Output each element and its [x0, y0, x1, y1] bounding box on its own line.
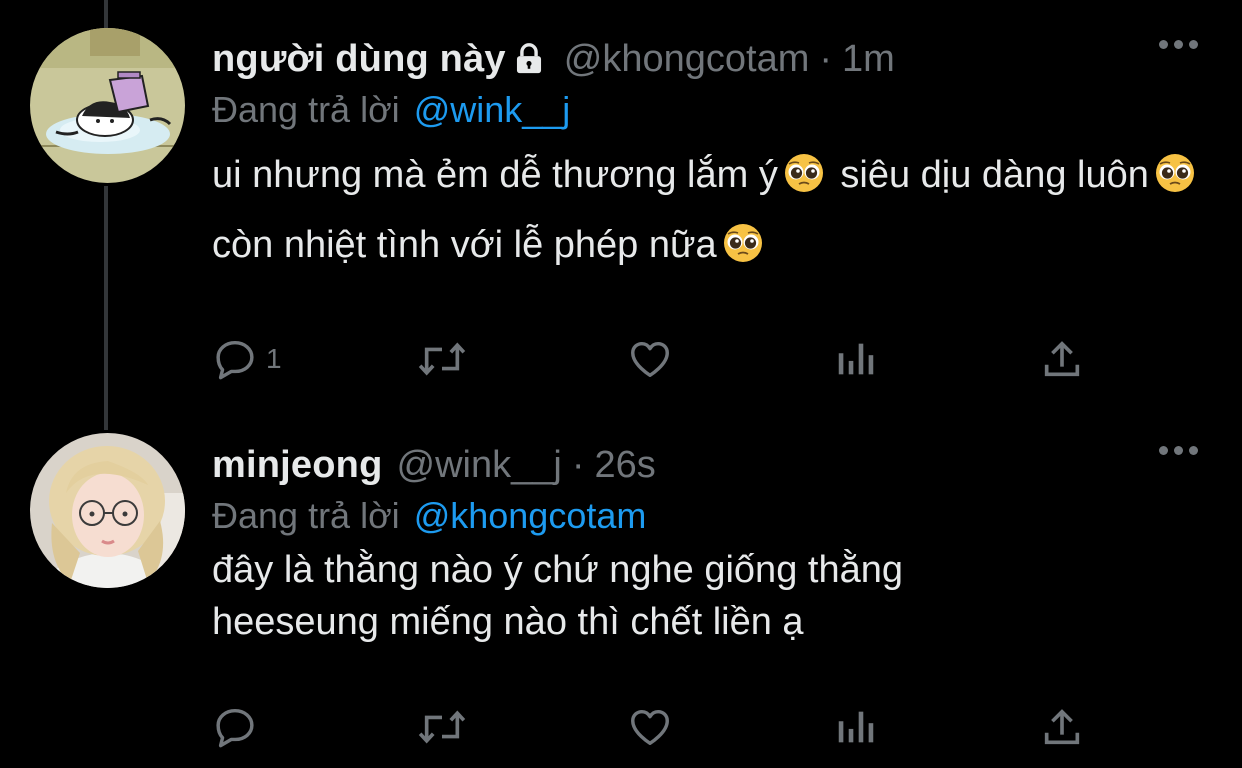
avatar[interactable]: [30, 28, 185, 183]
avatar[interactable]: [30, 433, 185, 588]
reply-button[interactable]: 1: [212, 334, 282, 384]
tweet-header: minjeong @wink__j · 26s: [212, 440, 1202, 490]
lock-icon: [512, 42, 546, 76]
timeline: người dùng này @khongcotam · 1m Đang trả…: [0, 0, 1242, 768]
handle[interactable]: @wink__j: [397, 444, 562, 487]
mention-link[interactable]: @khongcotam: [414, 495, 647, 536]
tweet-text: ui nhưng mà ẻm dễ thương lắm ý siêu dịu …: [212, 140, 1202, 280]
tweet-text: đây là thằng nào ý chứ nghe giống thằng …: [212, 544, 1202, 648]
pleading-face-emoji: [1155, 153, 1195, 193]
display-name[interactable]: minjeong: [212, 444, 383, 487]
analytics-button[interactable]: [834, 334, 878, 384]
retweet-icon: [418, 342, 466, 376]
replying-to: Đang trả lời @wink__j: [212, 85, 1202, 135]
tweet-text-line: heeseung miếng nào thì chết liền ạ: [212, 601, 804, 643]
separator: ·: [819, 37, 833, 80]
thread-connector-top: [104, 0, 108, 28]
timestamp[interactable]: 26s: [594, 444, 655, 487]
retweet-button[interactable]: [414, 334, 470, 384]
tweet[interactable]: người dùng này @khongcotam · 1m Đang trả…: [212, 34, 1202, 380]
separator: ·: [571, 443, 585, 486]
kuromi-sticker-avatar: [30, 28, 185, 183]
tweet-header: người dùng này @khongcotam · 1m: [212, 34, 1202, 84]
more-horizontal-icon[interactable]: [1159, 446, 1198, 455]
pleading-face-emoji: [784, 153, 824, 193]
mention-link[interactable]: @wink__j: [414, 89, 571, 130]
tweet-text-part: ui nhưng mà ẻm dễ thương lắm ý: [212, 154, 778, 196]
timestamp[interactable]: 1m: [842, 38, 895, 81]
like-button[interactable]: [626, 334, 674, 384]
tweet-text-part: còn nhiệt tình với lễ phép nữa: [212, 224, 717, 266]
share-icon: [1044, 709, 1080, 745]
share-button[interactable]: [1040, 334, 1084, 384]
more-horizontal-icon[interactable]: [1159, 40, 1198, 49]
share-button[interactable]: [1040, 702, 1084, 752]
handle[interactable]: @khongcotam: [564, 38, 810, 81]
like-button[interactable]: [626, 702, 674, 752]
replying-prefix: Đang trả lời: [212, 89, 400, 130]
analytics-icon: [838, 343, 874, 375]
reply-bubble-icon: [216, 708, 254, 748]
analytics-icon: [838, 711, 874, 743]
tweet-actions: [212, 702, 1092, 752]
replying-prefix: Đang trả lời: [212, 495, 400, 536]
reply-bubble-icon: [216, 340, 254, 380]
heart-icon: [631, 709, 669, 746]
photo-avatar: [30, 433, 185, 588]
reply-count: 1: [266, 343, 282, 374]
tweet-actions: 1: [212, 334, 1092, 384]
replying-to: Đang trả lời @khongcotam: [212, 491, 1202, 541]
retweet-button[interactable]: [414, 702, 470, 752]
tweet-text-line: đây là thằng nào ý chứ nghe giống thằng: [212, 549, 903, 591]
retweet-icon: [418, 710, 466, 744]
display-name[interactable]: người dùng này: [212, 38, 506, 81]
tweet-text-part: siêu dịu dàng luôn: [829, 154, 1149, 196]
tweet[interactable]: minjeong @wink__j · 26s Đang trả lời @kho…: [212, 440, 1202, 748]
pleading-face-emoji: [723, 223, 763, 263]
share-icon: [1044, 341, 1080, 377]
reply-button[interactable]: [212, 702, 266, 752]
heart-icon: [631, 341, 669, 378]
thread-connector: [104, 186, 108, 430]
analytics-button[interactable]: [834, 702, 878, 752]
